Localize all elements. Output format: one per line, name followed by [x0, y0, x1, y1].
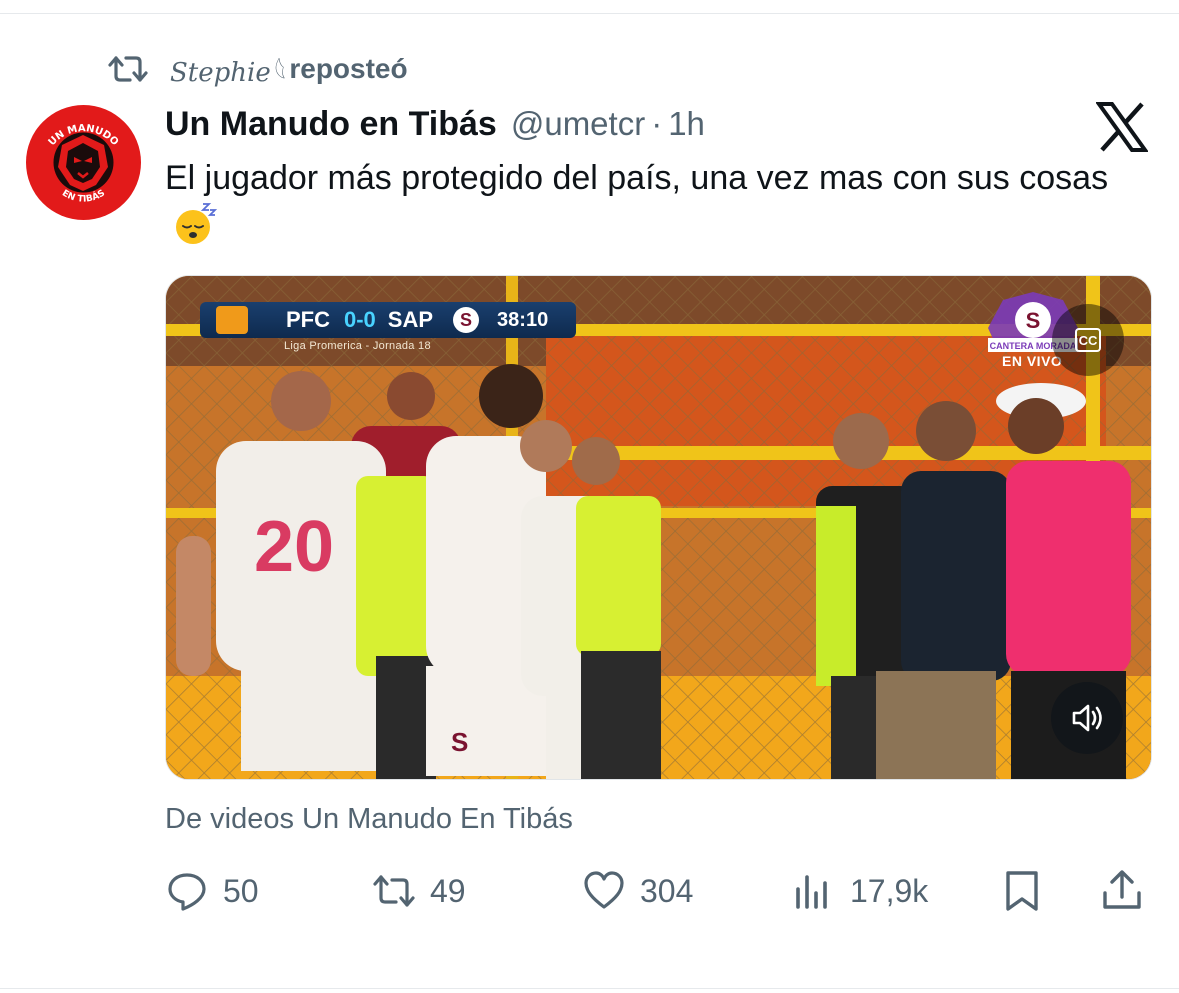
action-bar: 50 49 304 17,9k — [0, 858, 1179, 924]
repost-count: 49 — [430, 872, 466, 909]
reply-icon — [168, 873, 206, 911]
bottom-divider — [0, 988, 1179, 989]
score-away: SAP — [387, 307, 434, 332]
sleeping-face-emoji — [176, 203, 217, 244]
tweet-text: El jugador más protegido del país, una v… — [165, 159, 1109, 197]
score-value: 0-0 — [344, 307, 376, 332]
like-count: 304 — [640, 872, 694, 909]
home-crest-icon — [216, 306, 248, 334]
top-divider — [0, 13, 1179, 14]
bookmark-icon — [1006, 871, 1038, 911]
bookmark-button[interactable] — [1000, 866, 1044, 916]
reply-button[interactable]: 50 — [165, 866, 259, 916]
share-icon — [1103, 870, 1141, 909]
cc-icon: CC — [1075, 328, 1101, 352]
away-crest-icon: S — [453, 307, 480, 333]
video-source-link[interactable]: De videos Un Manudo En Tibás — [165, 803, 573, 836]
like-button[interactable]: 304 — [582, 866, 693, 916]
captions-button[interactable]: CC — [1052, 304, 1124, 376]
svg-text:S: S — [451, 727, 468, 757]
reposter-name[interactable]: Stephie𓆩 — [170, 48, 285, 90]
player-number: 20 — [254, 507, 334, 587]
repost-button[interactable]: 49 — [372, 866, 466, 916]
author-handle[interactable]: @umetcr — [511, 105, 645, 143]
share-button[interactable] — [1100, 866, 1144, 916]
separator-dot: · — [651, 105, 663, 142]
score-home: PFC — [286, 307, 330, 332]
lion-logo: UN MANUDO EN TIBÁS — [26, 105, 141, 220]
repost-context[interactable]: Stephie𓆩 reposteó — [108, 50, 408, 88]
video-player[interactable]: 20 S PFC 0-0 SAP S 38:10 Liga Promerica … — [165, 275, 1152, 780]
speaker-icon — [1072, 704, 1102, 732]
scoreboard: PFC 0-0 SAP S 38:10 — [200, 302, 576, 338]
reply-count: 50 — [223, 872, 259, 909]
heart-icon — [584, 871, 624, 909]
tweet-time[interactable]: 1h — [668, 105, 705, 143]
views-chart-icon — [796, 875, 827, 909]
volume-button[interactable] — [1051, 682, 1123, 754]
tweet-header: Un Manudo en Tibás @umetcr · 1h — [165, 100, 705, 148]
tweet-body: El jugador más protegido del país, una v… — [165, 154, 1155, 250]
views-count: 17,9k — [850, 872, 929, 909]
author-name[interactable]: Un Manudo en Tibás — [165, 105, 497, 144]
repost-action-icon — [373, 875, 415, 907]
repost-icon — [108, 56, 148, 82]
live-badge-letter: S — [1026, 308, 1041, 333]
live-label: EN VIVO — [1002, 353, 1063, 369]
views-button[interactable]: 17,9k — [792, 866, 928, 916]
match-clock: 38:10 — [497, 308, 549, 331]
league-label: Liga Promerica - Jornada 18 — [284, 340, 431, 352]
repost-label: reposteó — [289, 53, 408, 84]
avatar[interactable]: UN MANUDO EN TIBÁS — [26, 105, 141, 220]
x-logo-icon — [1096, 102, 1148, 152]
